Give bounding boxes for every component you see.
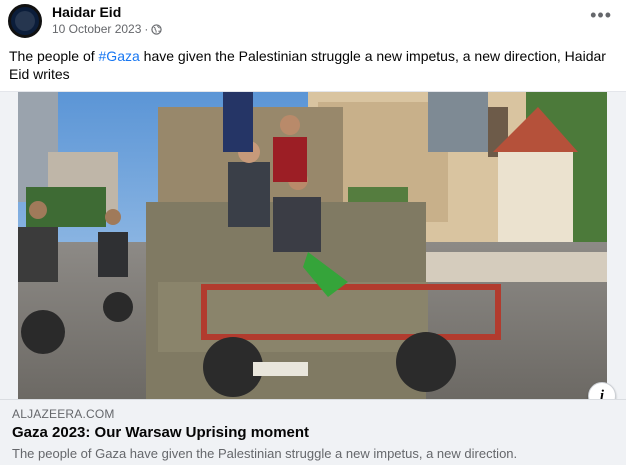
post-date[interactable]: 10 October 2023 — [52, 22, 141, 36]
link-preview-media[interactable]: i — [0, 91, 626, 410]
link-domain: ALJAZEERA.COM — [12, 407, 115, 421]
more-options-button[interactable]: ••• — [590, 6, 612, 24]
post-text: The people of #Gaza have given the Pales… — [9, 47, 609, 83]
link-title[interactable]: Gaza 2023: Our Warsaw Uprising moment — [12, 424, 309, 441]
hashtag-link[interactable]: #Gaza — [99, 48, 140, 64]
post-text-start: The people of — [9, 48, 99, 64]
link-preview-card[interactable]: ALJAZEERA.COM Gaza 2023: Our Warsaw Upri… — [0, 399, 626, 465]
globe-icon[interactable] — [151, 23, 163, 35]
post-header: Haidar Eid 10 October 2023 · ••• — [0, 0, 626, 44]
author-avatar[interactable] — [8, 4, 42, 38]
link-preview-image[interactable] — [18, 92, 607, 400]
post-meta: 10 October 2023 · — [52, 22, 163, 36]
avatar-image — [15, 11, 35, 31]
link-description: The people of Gaza have given the Palest… — [12, 446, 518, 461]
meta-separator: · — [144, 22, 149, 36]
author-name[interactable]: Haidar Eid — [52, 4, 121, 20]
